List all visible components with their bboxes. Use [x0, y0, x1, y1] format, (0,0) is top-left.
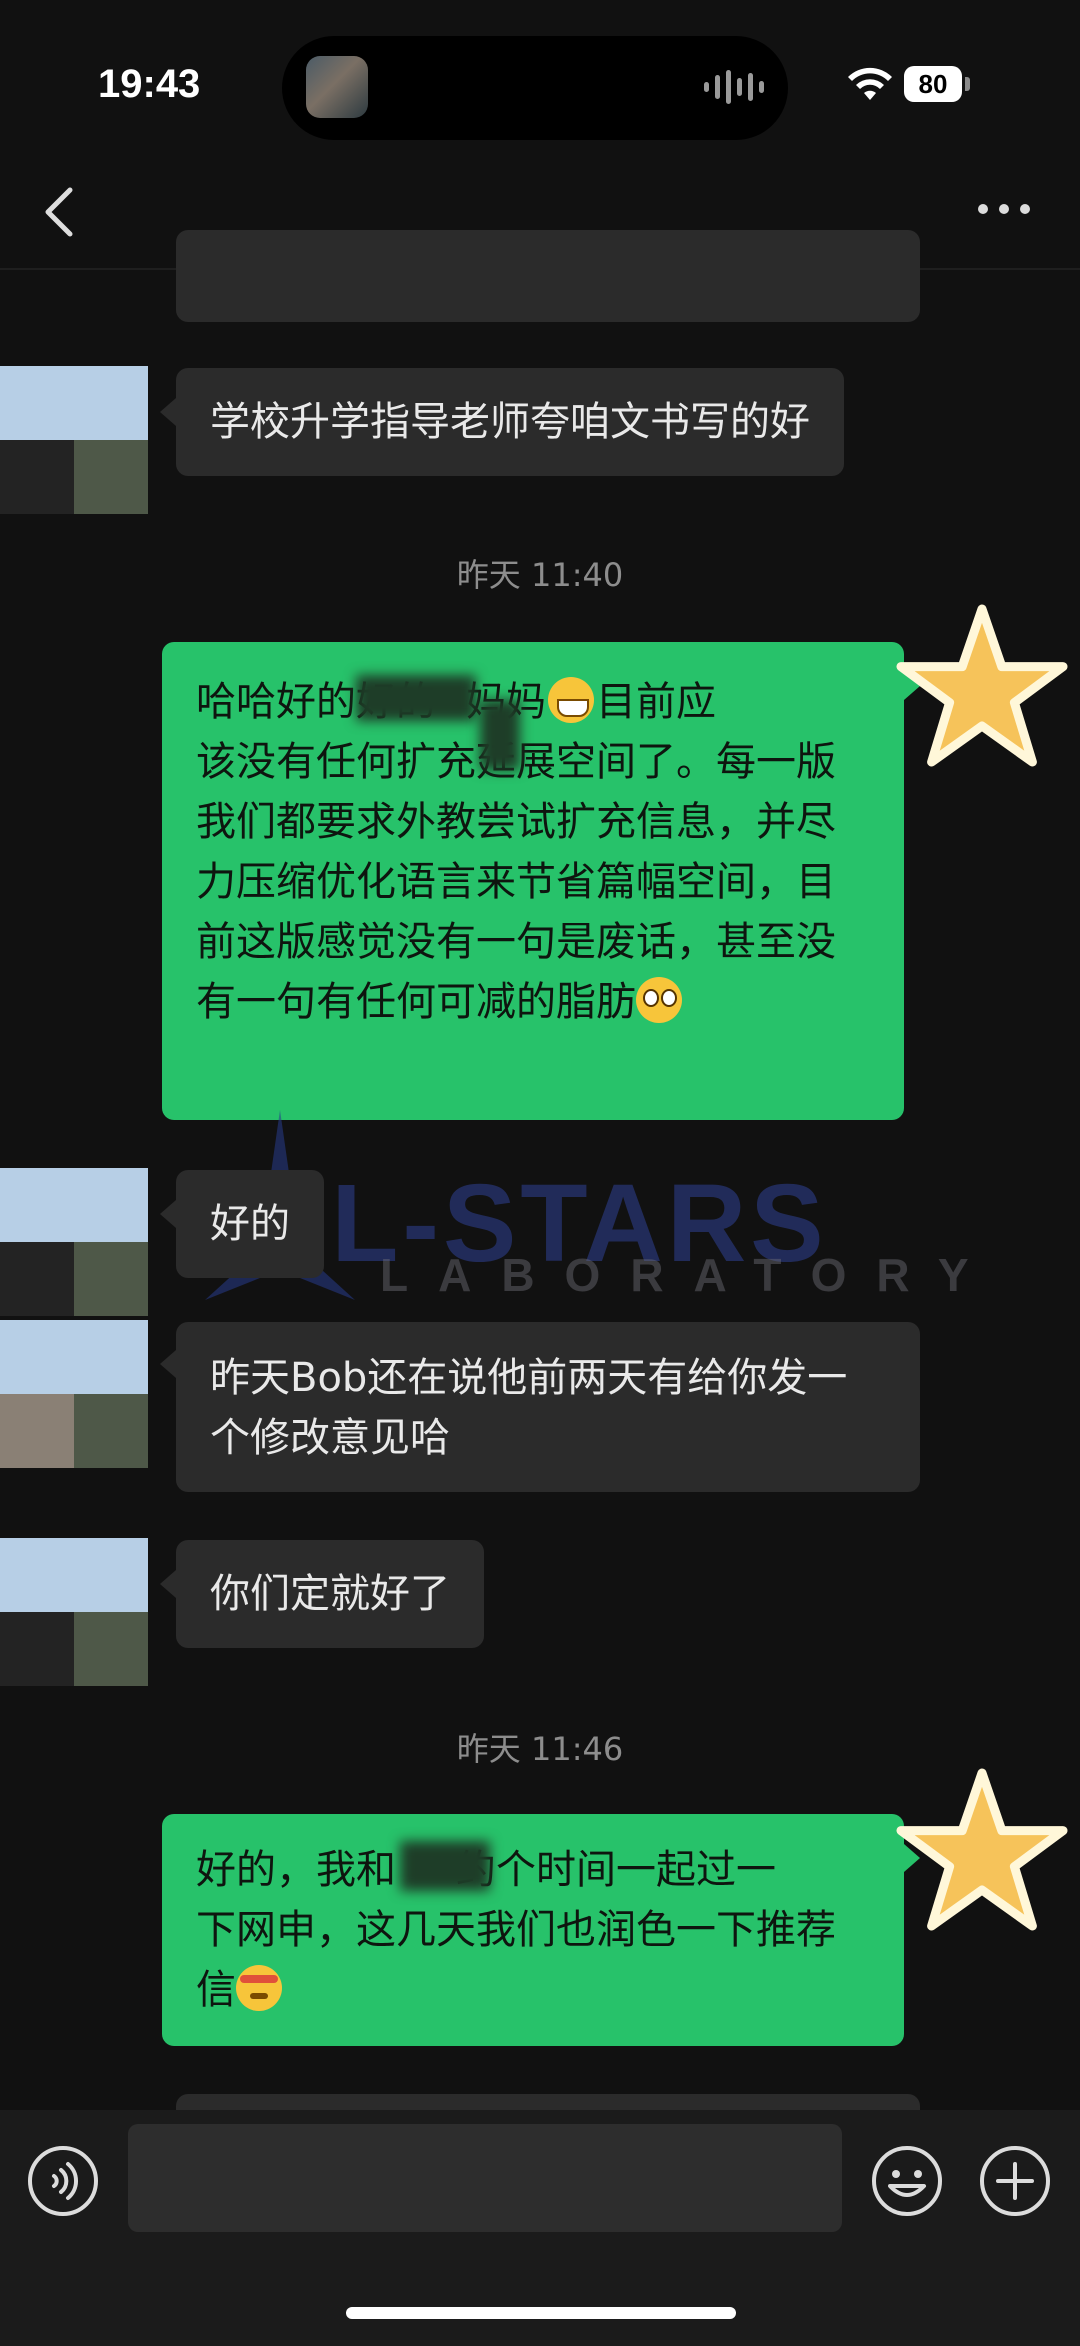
- message-input[interactable]: [128, 2124, 842, 2232]
- contact-avatar[interactable]: [0, 1320, 148, 1468]
- redaction-blot: [480, 700, 520, 770]
- audio-wave-icon: [704, 70, 764, 104]
- message-text-part: 约个时间一起过一: [456, 1847, 776, 1893]
- emoji-icon[interactable]: [870, 2144, 944, 2218]
- now-playing-thumbnail[interactable]: [306, 56, 368, 118]
- contact-avatar[interactable]: [0, 366, 148, 514]
- status-time: 19:43: [98, 62, 201, 106]
- redacted-name: [400, 1841, 490, 1891]
- message-bubble[interactable]: 昨天Bob还在说他前两天有给你发一个修改意见哈: [176, 1322, 920, 1492]
- battery-icon: 80: [904, 66, 962, 102]
- message-text: 昨天Bob还在说他前两天有给你发一个修改意见哈: [210, 1355, 848, 1461]
- bubble-tail: [160, 1200, 176, 1228]
- back-icon[interactable]: [40, 184, 80, 240]
- message-bubble-self[interactable]: 好的，我和 约个时间一起过一 下网申，这几天我们也润色一下推荐信: [162, 1814, 904, 2046]
- battery-tip: [965, 77, 970, 91]
- message-bubble-self[interactable]: 哈哈好的好的妈妈目前应 该没有任何扩充延展空间了。每一版我们都要求外教尝试扩充信…: [162, 642, 904, 1120]
- contact-avatar[interactable]: [0, 1168, 148, 1316]
- message-bubble[interactable]: 学校升学指导老师夸咱文书写的好: [176, 368, 844, 476]
- voice-icon[interactable]: [26, 2144, 100, 2218]
- message-text: 好的: [210, 1201, 290, 1247]
- redacted-name: [356, 675, 476, 721]
- message-bubble[interactable]: 好的: [176, 1170, 324, 1278]
- plus-icon[interactable]: [978, 2144, 1052, 2218]
- home-indicator: [346, 2307, 736, 2319]
- message-text: 你们定就好了: [210, 1571, 450, 1617]
- timestamp: 昨天 11:40: [456, 556, 624, 594]
- message-text-part: 下网申，这几天我们也润色一下推荐信: [196, 1907, 836, 2013]
- wifi-icon: [848, 67, 892, 100]
- star-sticker-icon: [896, 604, 1068, 767]
- pleading-emoji: [636, 977, 682, 1023]
- saluting-face-emoji: [236, 1965, 282, 2011]
- star-sticker-icon: [896, 1768, 1068, 1931]
- more-icon[interactable]: [978, 204, 1030, 218]
- grin-emoji: [548, 677, 594, 723]
- message-text-part: 该没有任何扩充延展空间了。每一版我们都要求外教尝试扩充信息，并尽力压缩优化语言来…: [196, 739, 836, 1025]
- message-text: 学校升学指导老师夸咱文书写的好: [210, 399, 810, 445]
- watermark-subtext: LABORATORY: [380, 1249, 999, 1301]
- message-bubble[interactable]: 你们定就好了: [176, 1540, 484, 1648]
- contact-avatar[interactable]: [0, 1538, 148, 1686]
- message-text-part: 好的，我和: [196, 1847, 396, 1893]
- bubble-tail: [160, 398, 176, 426]
- message-text-part: 目前应: [596, 679, 716, 725]
- bubble-tail: [160, 1570, 176, 1598]
- message-bubble-partial[interactable]: [176, 230, 920, 322]
- bubble-tail: [160, 1350, 176, 1378]
